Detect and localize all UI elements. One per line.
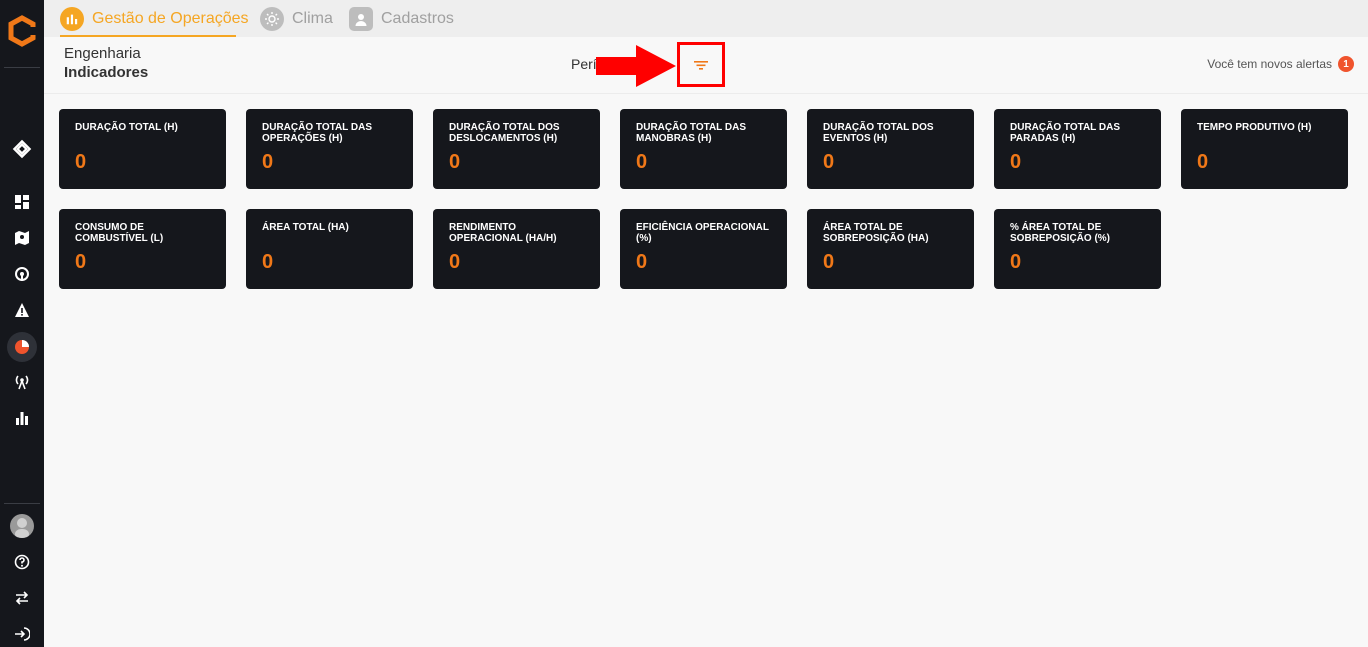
tab-cadastros[interactable]: Cadastros bbox=[349, 0, 454, 37]
tab-gestao-de-operacoes[interactable]: Gestão de Operações bbox=[60, 0, 249, 37]
card-value: 0 bbox=[449, 151, 461, 173]
user-avatar[interactable] bbox=[10, 514, 34, 538]
card-value: 0 bbox=[1010, 151, 1022, 173]
bar-chart-icon[interactable] bbox=[10, 406, 34, 430]
user-registry-icon bbox=[349, 6, 373, 31]
signal-icon[interactable] bbox=[10, 262, 34, 286]
card-rendimento-operacional[interactable]: RENDIMENTO OPERACIONAL (ha/h) 0 bbox=[433, 209, 600, 289]
filter-button[interactable] bbox=[677, 42, 725, 87]
help-icon[interactable] bbox=[10, 550, 34, 574]
tab-clima[interactable]: Clima bbox=[260, 0, 333, 37]
card-value: 0 bbox=[75, 151, 87, 173]
card-title: EFICIÊNCIA OPERACIONAL (%) bbox=[636, 222, 769, 244]
card-title: DURAÇÃO TOTAL DOS DESLOCAMENTOS (h) bbox=[449, 122, 560, 144]
card-value: 0 bbox=[823, 251, 835, 273]
card-title: DURAÇÃO TOTAL DAS PARADAS (h) bbox=[1010, 122, 1120, 144]
card-title: CONSUMO DE COMBUSTÍVEL (L) bbox=[75, 222, 164, 244]
card-title: TEMPO PRODUTIVO (h) bbox=[1197, 122, 1312, 133]
card-duracao-manobras[interactable]: DURAÇÃO TOTAL DAS MANOBRAS (h) 0 bbox=[620, 109, 787, 189]
weather-icon bbox=[260, 6, 284, 31]
page-title: Indicadores bbox=[64, 64, 149, 81]
period-label: Perí bbox=[571, 56, 597, 72]
card-value: 0 bbox=[636, 251, 648, 273]
sidebar-divider bbox=[4, 67, 40, 68]
card-duracao-paradas[interactable]: DURAÇÃO TOTAL DAS PARADAS (h) 0 bbox=[994, 109, 1161, 189]
card-consumo-combustivel[interactable]: CONSUMO DE COMBUSTÍVEL (L) 0 bbox=[59, 209, 226, 289]
sidebar-divider bbox=[4, 503, 40, 504]
card-percent-area-sobreposicao[interactable]: % ÁREA TOTAL DE SOBREPOSIÇÃO (%) 0 bbox=[994, 209, 1161, 289]
tab-label: Gestão de Operações bbox=[92, 9, 249, 27]
card-title: DURAÇÃO TOTAL DAS MANOBRAS (h) bbox=[636, 122, 746, 144]
card-value: 0 bbox=[1197, 151, 1209, 173]
alerts-count-badge: 1 bbox=[1338, 56, 1354, 72]
alerts-label: Você tem novos alertas bbox=[1207, 57, 1332, 71]
alerts-notice[interactable]: Você tem novos alertas 1 bbox=[1207, 56, 1354, 72]
card-title: RENDIMENTO OPERACIONAL (ha/h) bbox=[449, 222, 557, 244]
layers-icon[interactable] bbox=[10, 137, 34, 161]
swap-icon[interactable] bbox=[10, 586, 34, 610]
card-title: DURAÇÃO TOTAL (h) bbox=[75, 122, 178, 133]
tab-label: Cadastros bbox=[381, 9, 454, 27]
alert-icon[interactable] bbox=[10, 298, 34, 322]
dashboard-icon[interactable] bbox=[10, 190, 34, 214]
card-value: 0 bbox=[636, 151, 648, 173]
card-title: % ÁREA TOTAL DE SOBREPOSIÇÃO (%) bbox=[1010, 222, 1111, 244]
card-value: 0 bbox=[262, 151, 274, 173]
card-value: 0 bbox=[823, 151, 835, 173]
top-tabs-bar: Gestão de Operações Clima Cadastros bbox=[44, 0, 1368, 37]
filter-icon bbox=[694, 60, 708, 70]
brand-logo-icon[interactable] bbox=[5, 14, 39, 48]
card-title: ÁREA TOTAL DE SOBREPOSIÇÃO (ha) bbox=[823, 222, 929, 244]
card-value: 0 bbox=[1010, 251, 1022, 273]
map-icon[interactable] bbox=[10, 226, 34, 250]
page-header: Engenharia Indicadores Perí Você tem nov… bbox=[44, 37, 1368, 94]
operations-icon bbox=[60, 6, 84, 31]
sidebar bbox=[0, 0, 44, 647]
card-duracao-operacoes[interactable]: DURAÇÃO TOTAL DAS OPERAÇÕES (h) 0 bbox=[246, 109, 413, 189]
card-value: 0 bbox=[262, 251, 274, 273]
card-title: DURAÇÃO TOTAL DOS EVENTOS (h) bbox=[823, 122, 934, 144]
card-eficiencia-operacional[interactable]: EFICIÊNCIA OPERACIONAL (%) 0 bbox=[620, 209, 787, 289]
breadcrumb-parent[interactable]: Engenharia bbox=[64, 45, 141, 62]
logout-icon[interactable] bbox=[10, 622, 34, 646]
card-area-total[interactable]: ÁREA TOTAL (ha) 0 bbox=[246, 209, 413, 289]
tab-label: Clima bbox=[292, 9, 333, 27]
red-arrow-annotation bbox=[596, 45, 676, 87]
card-title: DURAÇÃO TOTAL DAS OPERAÇÕES (h) bbox=[262, 122, 372, 144]
card-duracao-total[interactable]: DURAÇÃO TOTAL (h) 0 bbox=[59, 109, 226, 189]
antenna-icon[interactable] bbox=[10, 370, 34, 394]
card-duracao-eventos[interactable]: DURAÇÃO TOTAL DOS EVENTOS (h) 0 bbox=[807, 109, 974, 189]
card-value: 0 bbox=[75, 251, 87, 273]
card-value: 0 bbox=[449, 251, 461, 273]
card-area-sobreposicao[interactable]: ÁREA TOTAL DE SOBREPOSIÇÃO (ha) 0 bbox=[807, 209, 974, 289]
card-tempo-produtivo[interactable]: TEMPO PRODUTIVO (h) 0 bbox=[1181, 109, 1348, 189]
pie-chart-icon[interactable] bbox=[7, 332, 37, 362]
card-title: ÁREA TOTAL (ha) bbox=[262, 222, 349, 233]
card-duracao-deslocamentos[interactable]: DURAÇÃO TOTAL DOS DESLOCAMENTOS (h) 0 bbox=[433, 109, 600, 189]
